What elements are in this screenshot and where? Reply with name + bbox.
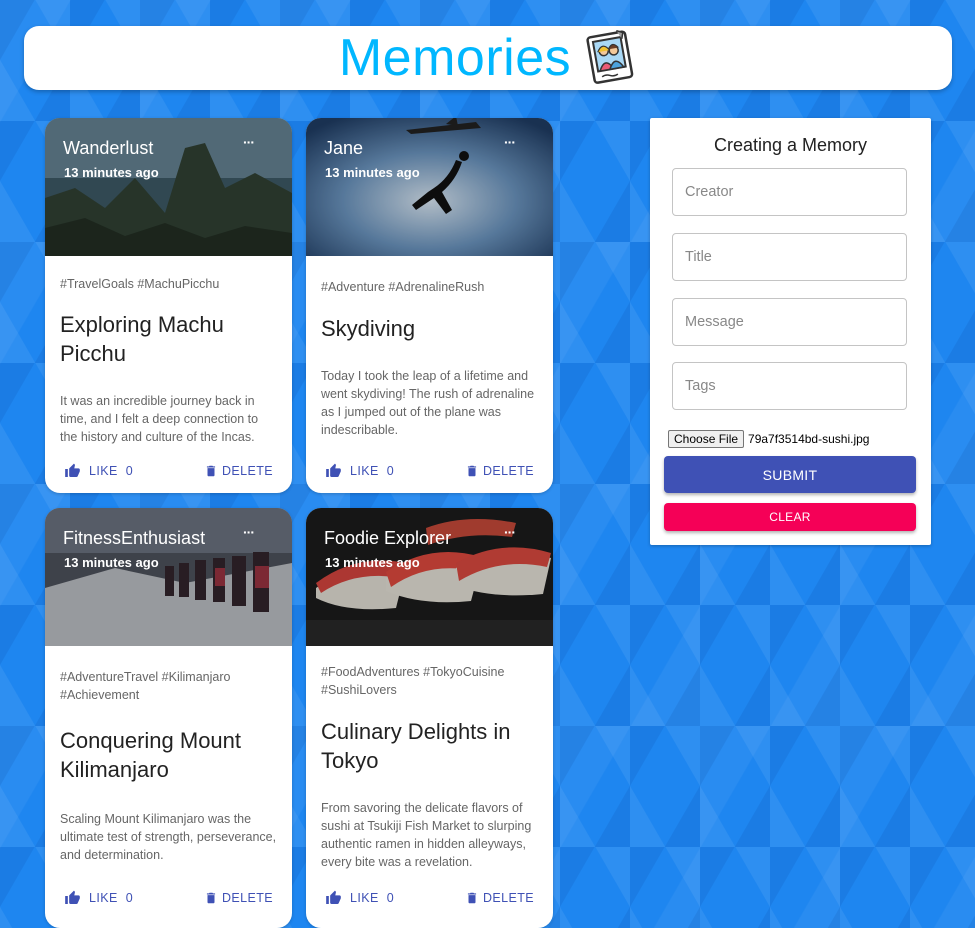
card-time: 13 minutes ago: [325, 165, 420, 180]
card-title: Skydiving: [321, 316, 416, 341]
card-image: FitnessEnthusiast 13 minutes ago ···: [45, 508, 292, 646]
card-creator: FitnessEnthusiast: [63, 528, 206, 548]
card-creator: Jane: [324, 138, 364, 158]
file-name: 79a7f3514bd-sushi.jpg: [748, 432, 870, 446]
trash-icon: [206, 465, 216, 477]
card-actions: LIKE 0 DELETE: [45, 888, 292, 908]
app-bar: Memories: [24, 26, 952, 90]
more-options-icon[interactable]: ···: [504, 134, 516, 150]
card-creator: Wanderlust: [63, 138, 154, 158]
form-title: Creating a Memory: [713, 135, 868, 155]
memory-form: Creating a Memory Choose File 79a7f3514b…: [650, 118, 931, 545]
memory-card: Jane 13 minutes ago ··· #Adventure #Adre…: [306, 118, 553, 493]
delete-button[interactable]: DELETE: [204, 890, 273, 906]
card-tags: #Adventure #AdrenalineRush: [321, 280, 485, 294]
like-count: 0: [386, 464, 395, 478]
card-time: 13 minutes ago: [64, 165, 159, 180]
tags-input[interactable]: [672, 362, 907, 410]
memory-card: Wanderlust 13 minutes ago ··· #TravelGoa…: [45, 118, 292, 493]
memory-card: FitnessEnthusiast 13 minutes ago ··· #Ad…: [45, 508, 292, 928]
card-tags: #AdventureTravel #Kilimanjaro #Achieveme…: [60, 670, 231, 702]
like-count: 0: [386, 891, 395, 905]
card-title: Conquering Mount Kilimanjaro: [60, 728, 242, 782]
trash-icon: [467, 892, 477, 904]
card-time: 13 minutes ago: [325, 555, 420, 570]
thumb-up-icon: [65, 890, 80, 904]
card-image: Jane 13 minutes ago ···: [306, 118, 553, 256]
trash-icon: [467, 465, 477, 477]
card-message: Scaling Mount Kilimanjaro was the ultima…: [60, 812, 277, 862]
trash-icon: [206, 892, 216, 904]
title-input[interactable]: [672, 233, 907, 281]
memory-card: Foodie Explorer 13 minutes ago ··· #Food…: [306, 508, 553, 928]
card-title: Exploring Machu Picchu: [60, 312, 224, 366]
like-count: 0: [125, 891, 134, 905]
delete-button[interactable]: DELETE: [465, 890, 534, 906]
clear-button[interactable]: CLEAR: [664, 503, 916, 531]
thumb-up-icon: [65, 463, 80, 477]
like-label: LIKE: [350, 891, 379, 905]
more-options-icon[interactable]: ···: [504, 524, 516, 540]
like-button[interactable]: LIKE 0: [325, 463, 394, 479]
card-tags: #TravelGoals #MachuPicchu: [60, 277, 220, 291]
card-image: Foodie Explorer 13 minutes ago ···: [306, 508, 553, 646]
like-label: LIKE: [350, 464, 379, 478]
photo-memories-icon: [586, 30, 634, 84]
card-message: From savoring the delicate flavors of su…: [321, 801, 532, 869]
submit-button[interactable]: SUBMIT: [664, 456, 916, 493]
delete-label: DELETE: [482, 464, 534, 478]
more-options-icon[interactable]: ···: [243, 134, 255, 150]
card-actions: LIKE 0 DELETE: [306, 461, 553, 481]
like-button[interactable]: LIKE 0: [64, 890, 133, 906]
like-label: LIKE: [89, 464, 118, 478]
delete-button[interactable]: DELETE: [465, 463, 534, 479]
card-actions: LIKE 0 DELETE: [45, 461, 292, 481]
like-count: 0: [125, 464, 134, 478]
card-message: Today I took the leap of a lifetime and …: [321, 369, 535, 437]
thumb-up-icon: [326, 463, 341, 477]
delete-button[interactable]: DELETE: [204, 463, 273, 479]
card-time: 13 minutes ago: [64, 555, 159, 570]
like-button[interactable]: LIKE 0: [325, 890, 394, 906]
card-message: It was an incredible journey back in tim…: [60, 394, 259, 444]
thumb-up-icon: [326, 890, 341, 904]
like-button[interactable]: LIKE 0: [64, 463, 133, 479]
delete-label: DELETE: [482, 891, 534, 905]
card-actions: LIKE 0 DELETE: [306, 888, 553, 908]
delete-label: DELETE: [221, 464, 273, 478]
message-input[interactable]: [672, 298, 907, 346]
card-title: Culinary Delights in Tokyo: [321, 719, 511, 773]
more-options-icon[interactable]: ···: [243, 524, 255, 540]
like-label: LIKE: [89, 891, 118, 905]
app-title: Memories: [338, 29, 572, 87]
choose-file-button[interactable]: Choose File: [668, 430, 745, 448]
file-upload: Choose File 79a7f3514bd-sushi.jpg: [668, 430, 869, 448]
card-image: Wanderlust 13 minutes ago ···: [45, 118, 292, 256]
card-tags: #FoodAdventures #TokyoCuisine #SushiLove…: [321, 665, 505, 697]
creator-input[interactable]: [672, 168, 907, 216]
delete-label: DELETE: [221, 891, 273, 905]
card-creator: Foodie Explorer: [324, 528, 452, 548]
